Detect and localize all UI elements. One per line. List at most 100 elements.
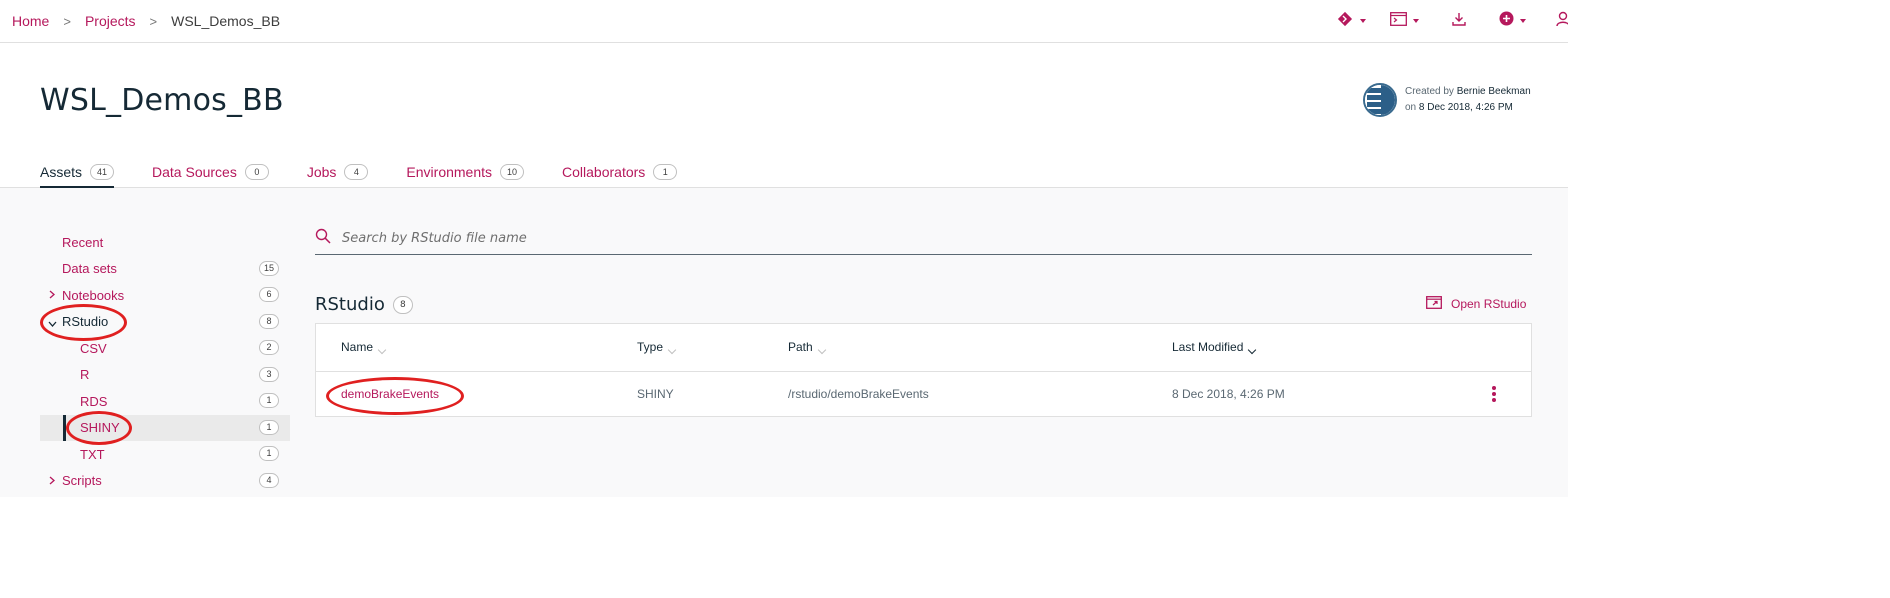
sidebar-item-count: 2	[259, 340, 279, 355]
launch-icon	[1426, 296, 1442, 312]
sort-descending-icon	[1248, 345, 1257, 355]
chevron-down-icon	[1360, 19, 1366, 23]
sort-icon	[817, 345, 826, 355]
section-count-badge: 8	[392, 295, 413, 314]
creator-name: Bernie Beekman	[1456, 86, 1531, 97]
asset-name-link[interactable]: demoBrakeEvents	[341, 387, 439, 401]
sidebar-item-count: 1	[259, 393, 279, 408]
table-row: demoBrakeEvents SHINY /rstudio/demoBrake…	[316, 372, 1531, 416]
asset-path: /rstudio/demoBrakeEvents	[788, 387, 929, 401]
sidebar-item-r[interactable]: R 3	[40, 362, 290, 389]
created-date: 8 Dec 2018, 4:26 PM	[1418, 102, 1513, 113]
sidebar-item-label: RDS	[80, 393, 108, 409]
tab-label: Jobs	[306, 163, 337, 180]
project-tabs: Assets 41 Data Sources 0 Jobs 4 Environm…	[40, 156, 715, 188]
column-header-label: Name	[341, 340, 374, 354]
sidebar-item-label: Notebooks	[62, 287, 125, 303]
search-bar	[315, 222, 1532, 255]
sidebar-item-label: Recent	[62, 234, 104, 250]
column-header-label: Type	[637, 340, 664, 354]
tab-label: Collaborators	[562, 163, 646, 180]
sidebar-item-shiny[interactable]: SHINY 1	[40, 410, 290, 445]
user-menu-button[interactable]	[1554, 10, 1568, 32]
section-heading: RStudio 8	[315, 294, 413, 315]
sidebar-item-label: RStudio	[62, 314, 109, 330]
tab-jobs[interactable]: Jobs 4	[307, 156, 369, 187]
column-header-name[interactable]: Name	[341, 340, 387, 355]
git-menu-button[interactable]	[1336, 10, 1366, 32]
search-input[interactable]	[342, 228, 1492, 248]
sidebar-item-notebooks[interactable]: Notebooks 6	[40, 282, 290, 309]
top-bar: Home > Projects > WSL_Demos_BB	[0, 0, 1568, 43]
tab-environments[interactable]: Environments 10	[406, 156, 525, 187]
project-header: WSL_Demos_BB Created by Bernie Beekman o…	[0, 43, 1568, 188]
sidebar-item-count: 3	[259, 366, 279, 382]
tab-data-sources[interactable]: Data Sources 0	[152, 156, 269, 187]
chevron-down-icon	[1520, 19, 1526, 23]
chevron-right-icon	[49, 290, 55, 302]
sidebar-item-recent[interactable]: Recent	[40, 229, 290, 256]
breadcrumb-projects[interactable]: Projects	[85, 13, 136, 29]
sidebar-item-scripts[interactable]: Scripts 4	[40, 468, 290, 495]
column-header-label: Last Modified	[1172, 340, 1244, 354]
tab-assets[interactable]: Assets 41	[40, 156, 115, 188]
tab-label: Environments	[406, 163, 493, 180]
creator-info: Created by Bernie Beekman on 8 Dec 2018,…	[1363, 81, 1563, 121]
chevron-down-icon	[48, 319, 57, 330]
section-title: RStudio	[315, 294, 385, 315]
sidebar-item-csv[interactable]: CSV 2	[40, 335, 290, 362]
page: Home > Projects > WSL_Demos_BB WSL_Demos…	[0, 0, 1568, 497]
asset-type: SHINY	[637, 387, 674, 401]
page-title: WSL_Demos_BB	[40, 83, 284, 118]
tab-label: Assets	[40, 163, 83, 180]
sidebar-item-count: 4	[259, 472, 279, 488]
sidebar-item-count: 1	[259, 446, 279, 461]
sidebar-item-count: 15	[259, 260, 279, 276]
overflow-menu-icon[interactable]	[1491, 386, 1497, 402]
download-button[interactable]	[1452, 10, 1466, 32]
breadcrumb-home[interactable]: Home	[12, 13, 49, 29]
git-icon	[1336, 10, 1354, 33]
open-rstudio-label: Open RStudio	[1451, 297, 1527, 311]
sidebar-item-label: TXT	[80, 446, 105, 462]
open-rstudio-button[interactable]: Open RStudio	[1426, 296, 1526, 312]
tab-count-badge: 10	[500, 163, 525, 180]
sidebar-item-count: 8	[259, 313, 279, 329]
terminal-icon	[1390, 11, 1407, 31]
sort-icon	[667, 345, 677, 355]
sidebar-item-label: SHINY	[80, 420, 120, 436]
add-menu-button[interactable]	[1499, 10, 1526, 32]
sidebar-item-rds[interactable]: RDS 1	[40, 388, 290, 415]
column-header-last-modified[interactable]: Last Modified	[1172, 340, 1257, 355]
sidebar-item-rstudio[interactable]: RStudio 8	[40, 303, 290, 341]
sidebar-item-count: 6	[259, 287, 279, 302]
tab-count-badge: 4	[344, 163, 369, 180]
avatar	[1363, 83, 1397, 117]
sidebar-item-label: Data sets	[62, 261, 117, 277]
creator-text: Created by Bernie Beekman on 8 Dec 2018,…	[1405, 84, 1531, 116]
tab-collaborators[interactable]: Collaborators 1	[562, 156, 678, 187]
table-header: Name Type Path Last Modified	[316, 324, 1531, 372]
sidebar-item-label: R	[80, 367, 90, 383]
breadcrumb-separator: >	[149, 13, 158, 29]
sort-icon	[377, 345, 387, 355]
assets-table: Name Type Path Last Modified demoBrakeEv…	[315, 323, 1532, 417]
sidebar-item-data-sets[interactable]: Data sets 15	[40, 256, 290, 283]
search-icon	[315, 228, 331, 249]
user-icon	[1554, 11, 1568, 32]
sidebar-item-label: CSV	[80, 340, 107, 356]
column-header-type[interactable]: Type	[637, 340, 677, 355]
created-on-label: on	[1405, 102, 1417, 113]
column-header-label: Path	[788, 340, 813, 354]
breadcrumb: Home > Projects > WSL_Demos_BB	[12, 13, 280, 29]
tab-label: Data Sources	[152, 163, 237, 180]
column-header-path[interactable]: Path	[788, 340, 826, 355]
sidebar-item-count: 1	[259, 419, 279, 435]
terminal-menu-button[interactable]	[1390, 10, 1419, 32]
sidebar-item-txt[interactable]: TXT 1	[40, 441, 290, 468]
created-by-label: Created by	[1405, 86, 1454, 97]
tab-count-badge: 0	[244, 163, 269, 180]
asset-sidebar: Recent Data sets 15 Notebooks 6 RStudio …	[40, 229, 290, 494]
download-icon	[1452, 12, 1466, 31]
tab-count-badge: 1	[653, 163, 678, 180]
